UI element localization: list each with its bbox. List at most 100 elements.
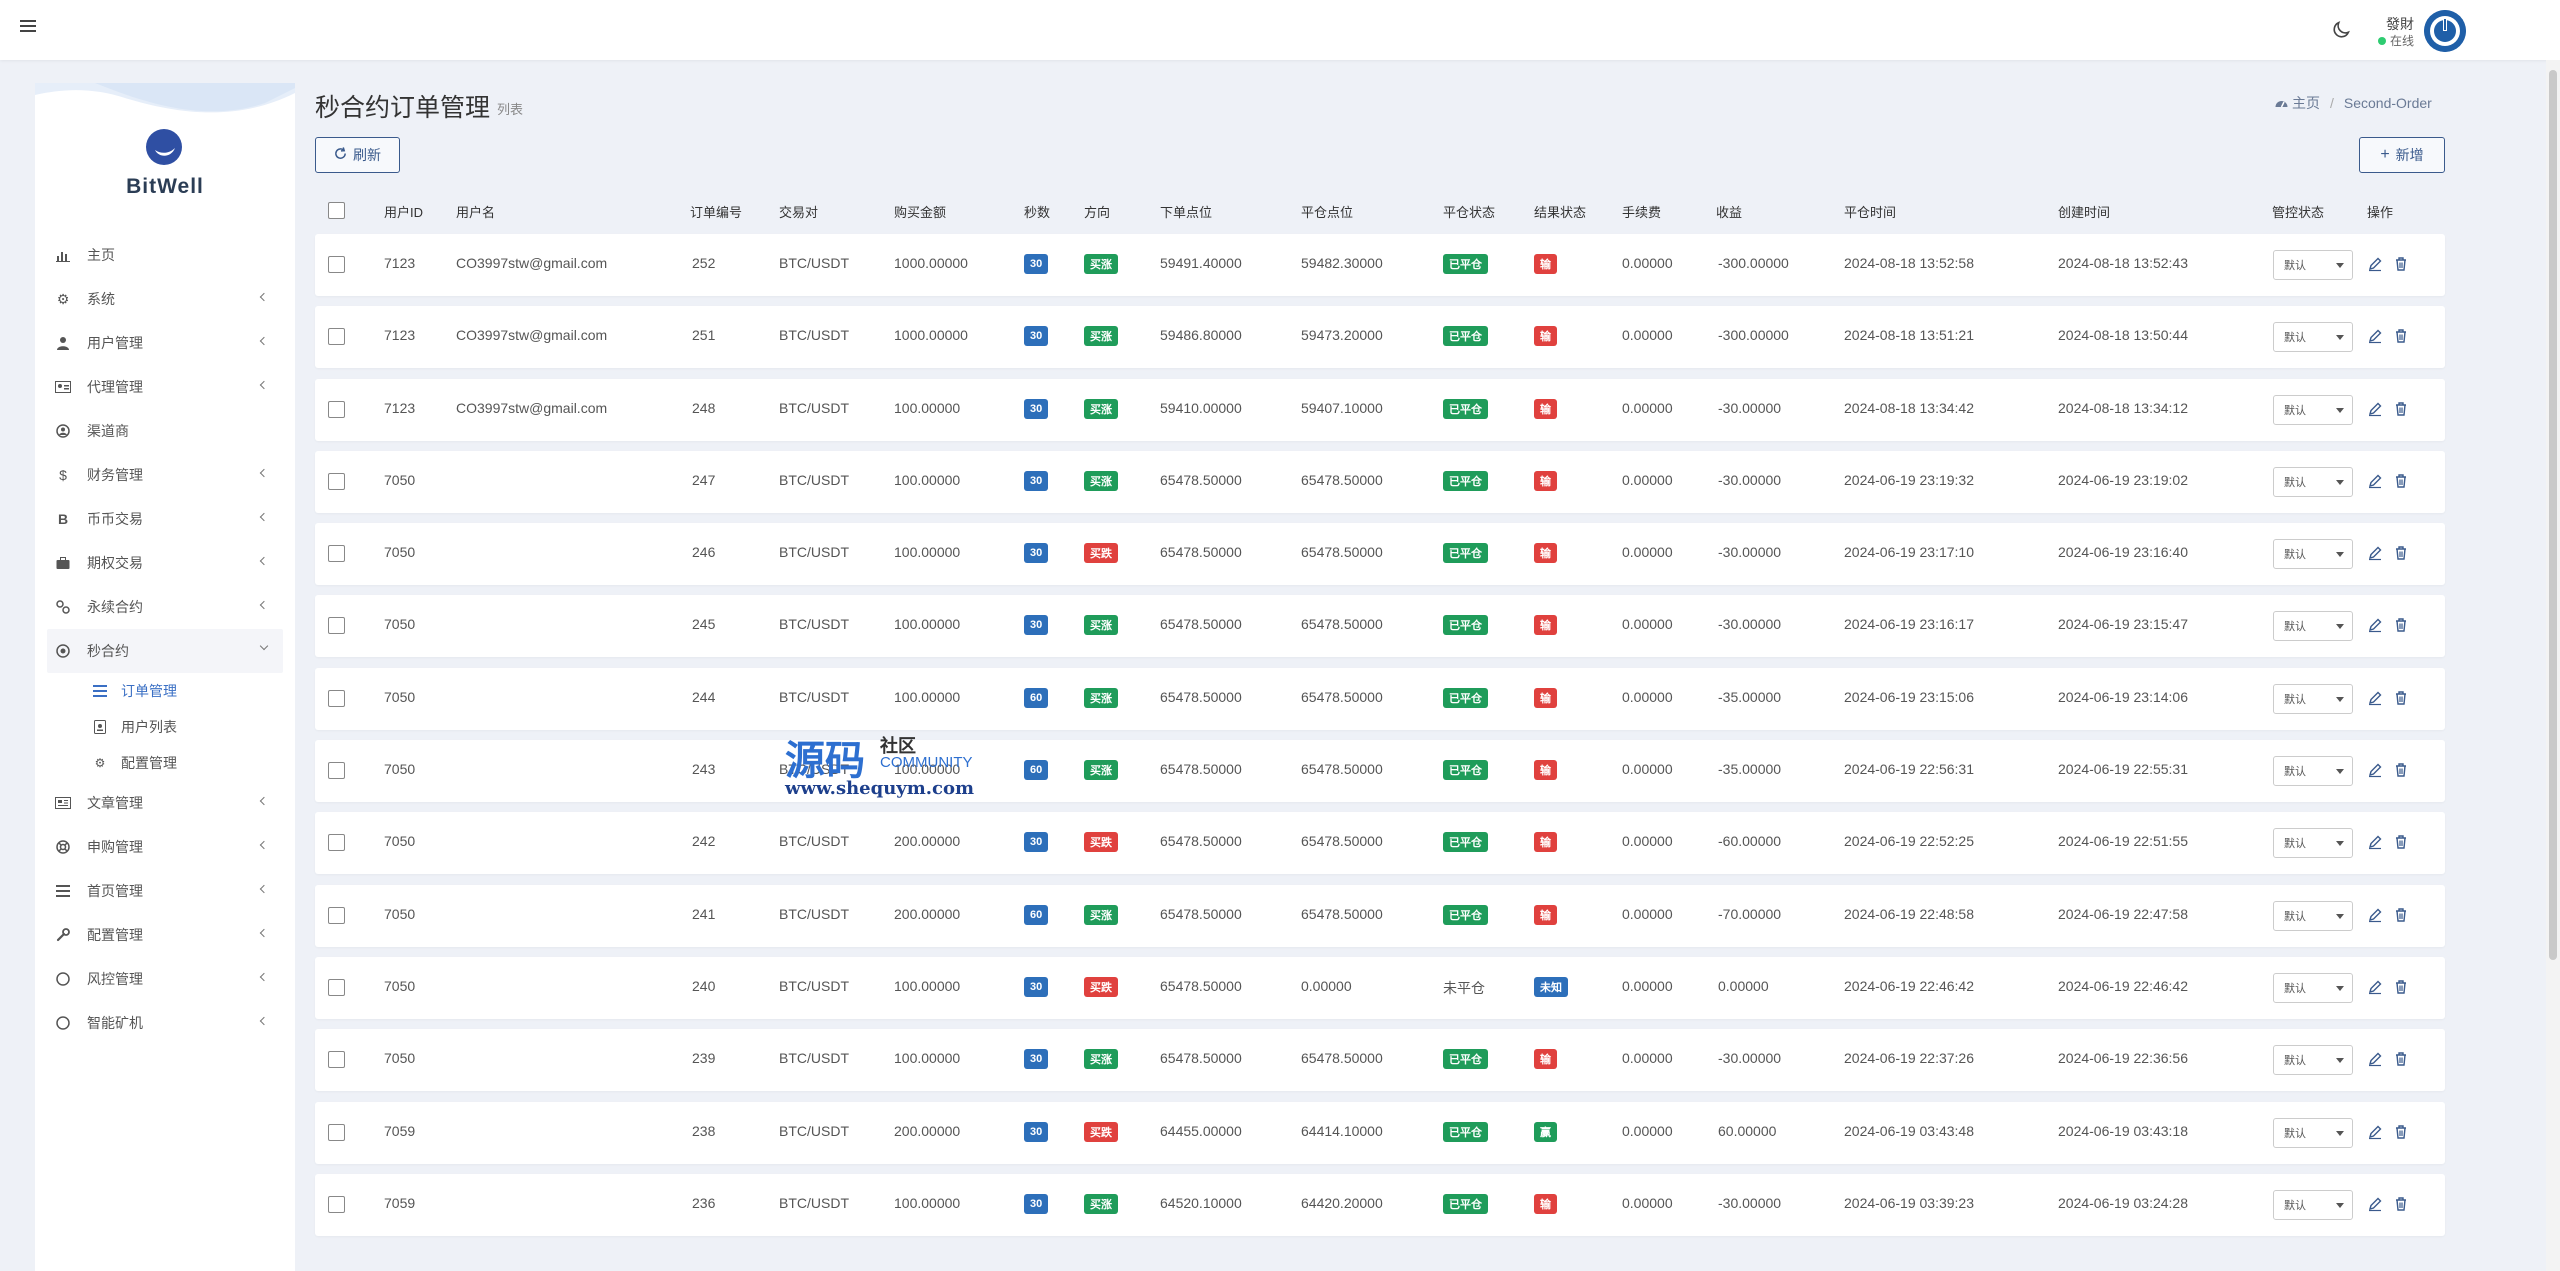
control-status-select[interactable]: 默认: [2273, 683, 2353, 714]
control-status-select[interactable]: 默认: [2273, 756, 2353, 787]
control-status-select[interactable]: 默认: [2273, 1045, 2353, 1076]
avatar[interactable]: [2424, 10, 2466, 52]
trash-icon[interactable]: [2393, 979, 2409, 995]
row-checkbox[interactable]: [328, 256, 345, 273]
refresh-button[interactable]: 刷新: [315, 137, 400, 173]
edit-icon[interactable]: [2367, 256, 2383, 272]
col-close-price[interactable]: 平仓点位: [1301, 202, 1353, 221]
row-checkbox[interactable]: [328, 978, 345, 996]
trash-icon[interactable]: [2393, 762, 2409, 778]
sidebar-item-home[interactable]: 主页: [35, 233, 295, 277]
trash-icon[interactable]: [2393, 401, 2409, 417]
edit-icon[interactable]: [2367, 1124, 2383, 1140]
row-checkbox[interactable]: [328, 906, 345, 924]
sidebar-item-channel[interactable]: 渠道商: [35, 409, 295, 453]
sidebar-subitem-config[interactable]: ⚙ 配置管理: [35, 745, 295, 781]
row-checkbox[interactable]: [328, 689, 345, 707]
trash-icon[interactable]: [2393, 256, 2409, 272]
sidebar-item-second-contract[interactable]: 秒合约: [47, 629, 283, 673]
sidebar-item-mining[interactable]: 智能矿机: [35, 1001, 295, 1045]
control-status-select[interactable]: 默认: [2273, 322, 2353, 353]
edit-icon[interactable]: [2367, 762, 2383, 778]
col-pair[interactable]: 交易对: [779, 202, 818, 221]
col-amount[interactable]: 购买金额: [894, 202, 946, 221]
row-checkbox[interactable]: [328, 1123, 345, 1141]
control-status-select[interactable]: 默认: [2273, 539, 2353, 570]
col-profit[interactable]: 收益: [1716, 202, 1742, 221]
row-checkbox[interactable]: [328, 617, 345, 635]
trash-icon[interactable]: [2393, 1051, 2409, 1067]
edit-icon[interactable]: [2367, 545, 2383, 561]
edit-icon[interactable]: [2367, 401, 2383, 417]
col-order-no[interactable]: 订单编号: [690, 202, 742, 221]
col-create-time[interactable]: 创建时间: [2058, 202, 2110, 221]
trash-icon[interactable]: [2393, 907, 2409, 923]
control-status-select[interactable]: 默认: [2273, 611, 2353, 642]
trash-icon[interactable]: [2393, 1124, 2409, 1140]
edit-icon[interactable]: [2367, 690, 2383, 706]
row-checkbox[interactable]: [328, 472, 345, 490]
sidebar-item-system[interactable]: ⚙ 系统: [35, 277, 295, 321]
trash-icon[interactable]: [2393, 617, 2409, 633]
sidebar-item-articles[interactable]: 文章管理: [35, 781, 295, 825]
edit-icon[interactable]: [2367, 834, 2383, 850]
trash-icon[interactable]: [2393, 473, 2409, 489]
page-scrollbar[interactable]: [2546, 60, 2560, 1271]
edit-icon[interactable]: [2367, 1051, 2383, 1067]
sidebar-item-subscription[interactable]: 申购管理: [35, 825, 295, 869]
row-checkbox[interactable]: [328, 762, 345, 780]
hamburger-menu-icon[interactable]: [20, 20, 36, 36]
trash-icon[interactable]: [2393, 690, 2409, 706]
sidebar-item-configuration[interactable]: 配置管理: [35, 913, 295, 957]
sidebar-item-homepage[interactable]: 首页管理: [35, 869, 295, 913]
sidebar-subitem-order-management[interactable]: 订单管理: [35, 673, 295, 709]
row-checkbox[interactable]: [328, 1051, 345, 1069]
trash-icon[interactable]: [2393, 834, 2409, 850]
sidebar-item-perpetual[interactable]: 永续合约: [35, 585, 295, 629]
scrollbar-thumb[interactable]: [2549, 70, 2557, 960]
edit-icon[interactable]: [2367, 617, 2383, 633]
edit-icon[interactable]: [2367, 907, 2383, 923]
sidebar-item-spot-trade[interactable]: B 币币交易: [35, 497, 295, 541]
trash-icon[interactable]: [2393, 328, 2409, 344]
col-username[interactable]: 用户名: [456, 202, 495, 221]
breadcrumb-home[interactable]: 主页: [2275, 93, 2320, 113]
control-status-select[interactable]: 默认: [2273, 1117, 2353, 1148]
control-status-select[interactable]: 默认: [2273, 828, 2353, 859]
edit-icon[interactable]: [2367, 473, 2383, 489]
col-user-id[interactable]: 用户ID: [384, 202, 423, 221]
trash-icon[interactable]: [2393, 1196, 2409, 1212]
user-name[interactable]: 發財: [2386, 14, 2414, 34]
control-status-select[interactable]: 默认: [2273, 900, 2353, 931]
col-fee[interactable]: 手续费: [1622, 202, 1661, 221]
control-status-select[interactable]: 默认: [2273, 972, 2353, 1003]
add-button[interactable]: + 新增: [2359, 137, 2445, 173]
sidebar-item-risk-control[interactable]: 风控管理: [35, 957, 295, 1001]
col-result-status[interactable]: 结果状态: [1534, 202, 1586, 221]
control-status-select[interactable]: 默认: [2273, 466, 2353, 497]
select-all-checkbox[interactable]: [328, 202, 345, 219]
col-close-status[interactable]: 平仓状态: [1443, 202, 1495, 221]
edit-icon[interactable]: [2367, 1196, 2383, 1212]
col-direction[interactable]: 方向: [1084, 202, 1110, 221]
row-checkbox[interactable]: [328, 328, 345, 346]
dark-mode-moon-icon[interactable]: [2330, 19, 2352, 41]
control-status-select[interactable]: 默认: [2273, 1189, 2353, 1220]
edit-icon[interactable]: [2367, 328, 2383, 344]
sidebar-subitem-user-list[interactable]: 用户列表: [35, 709, 295, 745]
sidebar-item-agents[interactable]: 代理管理: [35, 365, 295, 409]
row-checkbox[interactable]: [328, 545, 345, 563]
col-open-price[interactable]: 下单点位: [1160, 202, 1212, 221]
control-status-select[interactable]: 默认: [2273, 394, 2353, 425]
sidebar-item-options[interactable]: 期权交易: [35, 541, 295, 585]
col-control-status[interactable]: 管控状态: [2272, 202, 2324, 221]
row-checkbox[interactable]: [328, 1195, 345, 1213]
sidebar-item-finance[interactable]: $ 财务管理: [35, 453, 295, 497]
row-checkbox[interactable]: [328, 400, 345, 418]
col-close-time[interactable]: 平仓时间: [1844, 202, 1896, 221]
control-status-select[interactable]: 默认: [2273, 250, 2353, 280]
row-checkbox[interactable]: [328, 834, 345, 852]
edit-icon[interactable]: [2367, 979, 2383, 995]
sidebar-item-users[interactable]: 用户管理: [35, 321, 295, 365]
col-seconds[interactable]: 秒数: [1024, 202, 1050, 221]
